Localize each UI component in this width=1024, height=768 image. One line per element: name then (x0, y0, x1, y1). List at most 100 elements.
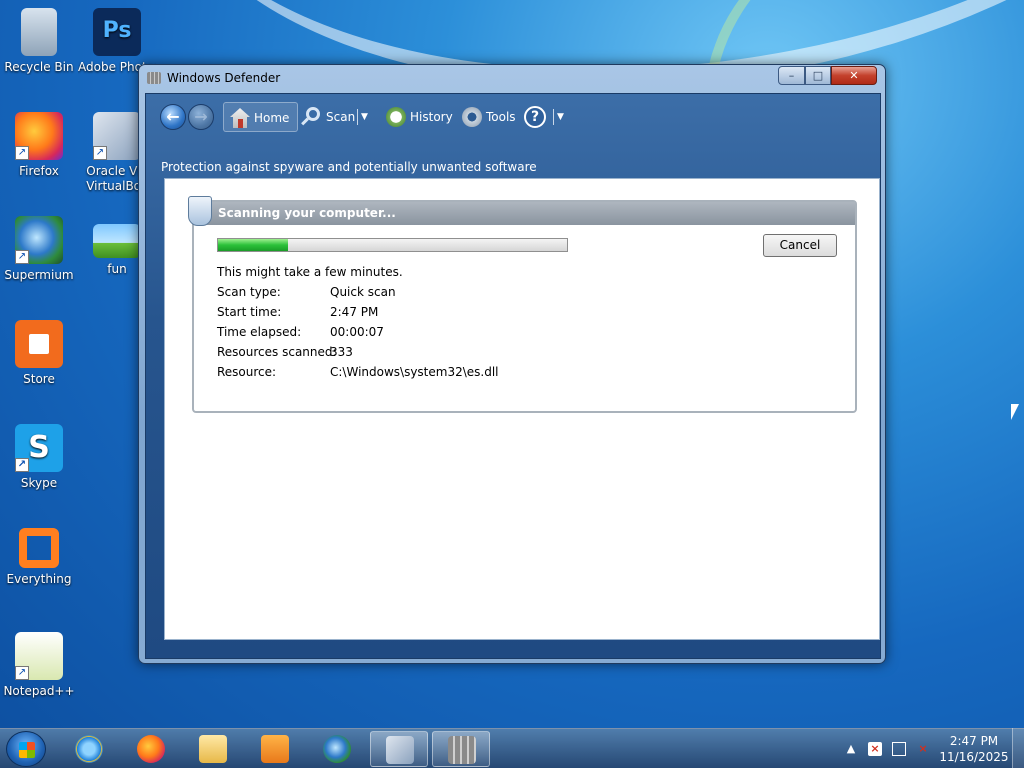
show-desktop-button[interactable] (1012, 728, 1024, 768)
magnifier-icon (306, 107, 320, 121)
skype-glyph: S (28, 430, 50, 465)
image-file-icon (93, 224, 141, 258)
scan-header: Scanning your computer... (188, 196, 855, 226)
resources-scanned-label: Resources scanned: (217, 345, 337, 359)
history-label: History (410, 110, 453, 124)
scan-computer-icon (188, 196, 212, 226)
forward-button[interactable]: → (188, 104, 214, 130)
desktop-icon-firefox[interactable]: ↗ Firefox (0, 112, 78, 179)
cancel-button[interactable]: Cancel (763, 234, 837, 257)
resources-scanned-value: 333 (330, 345, 353, 359)
back-button[interactable]: ← (160, 104, 186, 130)
maximize-button[interactable]: □ (805, 66, 831, 85)
taskbar-virtualbox[interactable] (370, 731, 428, 767)
taskbar-firefox[interactable] (122, 731, 180, 767)
scan-type-label: Scan type: (217, 285, 281, 299)
resource-label: Resource: (217, 365, 277, 379)
desktop-icon-label: Supermium (4, 268, 74, 282)
scan-type-value: Quick scan (330, 285, 396, 299)
toolbar-separator (553, 109, 554, 125)
tray-expand-icon[interactable]: ▲ (844, 742, 858, 756)
defender-window: Windows Defender – □ ✕ ← → Home Scan ▼ H… (138, 64, 886, 664)
skype-icon: S ↗ (15, 424, 63, 472)
start-time-value: 2:47 PM (330, 305, 379, 319)
taskbar-media-player[interactable] (246, 731, 304, 767)
supermium-icon: ↗ (15, 216, 63, 264)
minimize-button[interactable]: – (778, 66, 805, 85)
taskbar-internet-explorer[interactable] (60, 731, 118, 767)
virtualbox-icon: ↗ (93, 112, 141, 160)
desktop-icon-everything[interactable]: Everything (0, 528, 78, 587)
help-button[interactable]: ? (522, 102, 554, 132)
media-player-icon (261, 735, 289, 763)
firefox-icon (137, 735, 165, 763)
notepadpp-icon: ↗ (15, 632, 63, 680)
desktop-icon-label: Notepad++ (3, 684, 75, 698)
photoshop-icon: Ps (93, 8, 141, 56)
help-icon: ? (524, 106, 546, 128)
taskbar-windows-defender[interactable] (432, 731, 490, 767)
defender-toolbar: ← → Home Scan ▼ History Tools ? ▼ (146, 94, 880, 140)
history-clock-icon (386, 107, 406, 127)
internet-explorer-icon (75, 735, 103, 763)
desktop-icon-label: Everything (6, 572, 72, 586)
windows-defender-icon (448, 736, 476, 764)
supermium-icon (323, 735, 351, 763)
window-client-area: ← → Home Scan ▼ History Tools ? ▼ Protec… (145, 93, 881, 659)
desktop-icon-notepadpp[interactable]: ↗ Notepad++ (0, 632, 78, 699)
time-elapsed-value: 00:00:07 (330, 325, 384, 339)
home-label: Home (254, 111, 290, 125)
virtualbox-icon (386, 736, 414, 764)
desktop-icon-label: Firefox (19, 164, 59, 178)
desktop-icon-label: Store (23, 372, 55, 386)
time-elapsed-label: Time elapsed: (217, 325, 302, 339)
home-icon (230, 108, 250, 128)
everything-icon (19, 528, 59, 568)
taskbar-file-explorer[interactable] (184, 731, 242, 767)
clock-date: 11/16/2025 (939, 750, 1009, 764)
scan-label: Scan (326, 110, 356, 124)
defender-subtitle: Protection against spyware and potential… (161, 160, 537, 174)
scan-dropdown-arrow[interactable]: ▼ (361, 102, 368, 132)
desktop-icon-label: Recycle Bin (4, 60, 74, 74)
history-button[interactable]: History (380, 102, 461, 132)
shortcut-arrow-icon: ↗ (15, 146, 29, 160)
desktop-icon-supermium[interactable]: ↗ Supermium (0, 216, 78, 283)
taskbar-clock[interactable]: 2:47 PM 11/16/2025 (938, 733, 1010, 765)
help-dropdown-arrow[interactable]: ▼ (557, 102, 564, 132)
shortcut-arrow-icon: ↗ (93, 146, 107, 160)
scan-button[interactable]: Scan (296, 102, 363, 132)
network-icon[interactable] (892, 742, 906, 756)
desktop-icon-label: Skype (20, 476, 58, 490)
shortcut-arrow-icon: ↗ (15, 666, 29, 680)
scan-message: This might take a few minutes. (217, 265, 403, 279)
taskbar-supermium[interactable] (308, 731, 366, 767)
recycle-bin-icon (21, 8, 57, 56)
resource-value: C:\Windows\system32\es.dll (330, 365, 499, 379)
action-center-flag-icon[interactable]: × (868, 742, 882, 756)
tools-label: Tools (486, 110, 516, 124)
desktop-icon-recycle-bin[interactable]: Recycle Bin (0, 8, 78, 75)
desktop-icon-store[interactable]: Store (0, 320, 78, 387)
start-button[interactable] (6, 731, 46, 767)
window-titlebar[interactable]: Windows Defender – □ ✕ (139, 65, 885, 91)
scan-progress-bar (217, 238, 568, 252)
photoshop-glyph: Ps (102, 18, 132, 43)
shortcut-arrow-icon: ↗ (15, 250, 29, 264)
main-content-panel: Scanning your computer... Cancel This mi… (164, 178, 880, 640)
store-icon (15, 320, 63, 368)
home-button[interactable]: Home (223, 102, 299, 132)
toolbar-separator (357, 109, 358, 125)
firefox-icon: ↗ (15, 112, 63, 160)
gear-icon (462, 107, 482, 127)
clock-time: 2:47 PM (949, 734, 999, 748)
file-explorer-icon (199, 735, 227, 763)
defender-app-icon (147, 72, 161, 84)
scan-progress-fill (218, 239, 288, 251)
scan-header-title: Scanning your computer... (218, 206, 396, 220)
scan-progress-box: Scanning your computer... Cancel This mi… (188, 196, 857, 413)
tools-button[interactable]: Tools (456, 102, 524, 132)
volume-muted-icon[interactable]: × (916, 742, 930, 756)
close-button[interactable]: ✕ (831, 66, 877, 85)
desktop-icon-skype[interactable]: S ↗ Skype (0, 424, 78, 491)
